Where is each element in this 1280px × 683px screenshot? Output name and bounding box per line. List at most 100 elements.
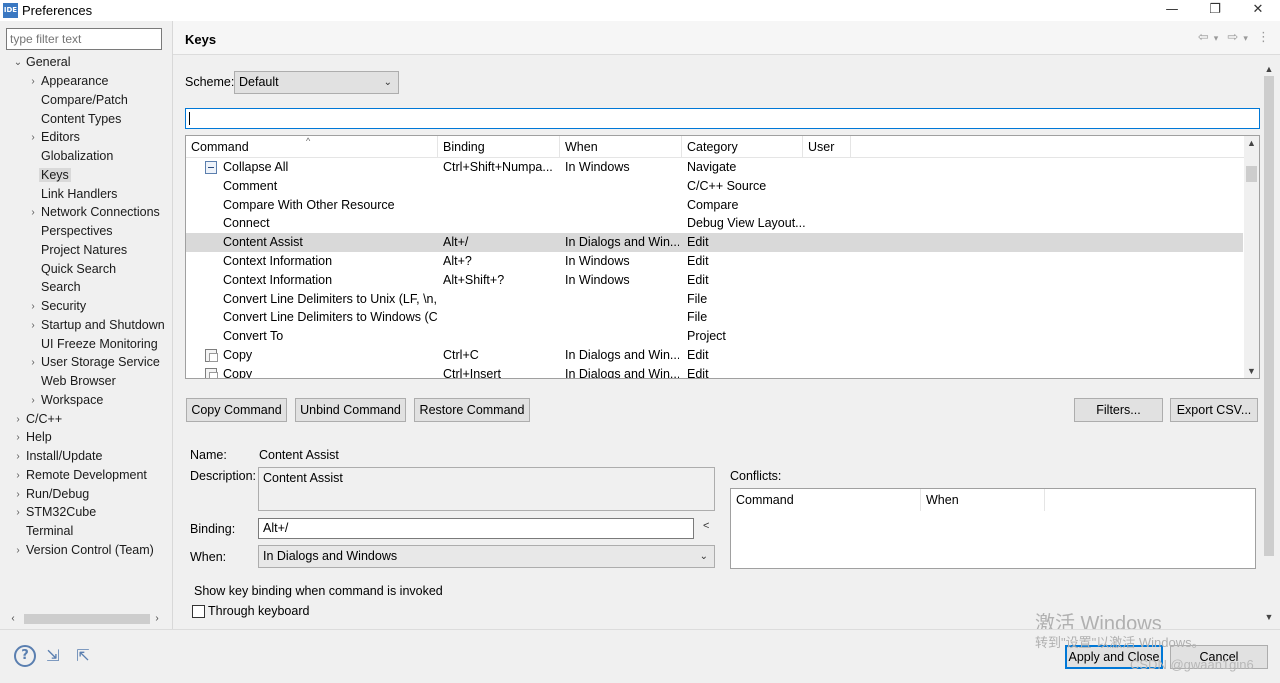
tree-horizontal-scrollbar[interactable]: ‹ ›: [6, 612, 164, 626]
tree-item-compare-patch[interactable]: Compare/Patch: [41, 91, 128, 110]
through-keyboard-label[interactable]: Through keyboard: [208, 604, 309, 618]
tree-item-install-update[interactable]: › Install/Update: [16, 447, 102, 466]
chevron-right-icon[interactable]: ›: [28, 391, 38, 410]
table-row[interactable]: Convert Line Delimiters to Unix (LF, \n,…: [186, 290, 1243, 309]
chevron-right-icon[interactable]: ›: [13, 410, 23, 429]
column-header-user[interactable]: User: [803, 136, 851, 158]
import-icon[interactable]: ⇲: [42, 645, 64, 667]
scroll-down-icon[interactable]: ▼: [1262, 610, 1276, 624]
table-row[interactable]: Convert Line Delimiters to Windows (CR Fi…: [186, 308, 1243, 327]
scroll-left-icon[interactable]: ‹: [6, 612, 20, 626]
restore-command-button[interactable]: Restore Command: [414, 398, 530, 422]
tree-item-remote-development[interactable]: › Remote Development: [16, 466, 147, 485]
table-row[interactable]: Copy Ctrl+Insert In Dialogs and Win... Edit: [186, 365, 1243, 378]
table-row[interactable]: Context Information Alt+? In Windows Edit: [186, 252, 1243, 271]
tree-item-terminal[interactable]: Terminal: [26, 522, 73, 541]
filters-button[interactable]: Filters...: [1074, 398, 1163, 422]
conflicts-column-when[interactable]: When: [921, 489, 1045, 511]
binding-menu-chevron-icon[interactable]: <: [703, 520, 709, 532]
forward-icon[interactable]: ⇨: [1227, 30, 1238, 45]
scrollbar-thumb[interactable]: [1264, 76, 1274, 556]
tree-item-editors[interactable]: › Editors: [31, 128, 80, 147]
unbind-command-button[interactable]: Unbind Command: [295, 398, 406, 422]
chevron-right-icon[interactable]: ›: [28, 128, 38, 147]
tree-item-version-control-team-[interactable]: › Version Control (Team): [16, 541, 154, 560]
chevron-right-icon[interactable]: ›: [28, 353, 38, 372]
table-row[interactable]: Collapse All Ctrl+Shift+Numpa... In Window…: [186, 158, 1243, 177]
scroll-up-icon[interactable]: ▲: [1262, 62, 1276, 76]
table-row[interactable]: Copy Ctrl+C In Dialogs and Win... Edit: [186, 346, 1243, 365]
help-icon[interactable]: ?: [14, 645, 36, 667]
scroll-right-icon[interactable]: ›: [150, 612, 164, 626]
filter-input[interactable]: [6, 28, 162, 50]
table-row[interactable]: Compare With Other Resource Compare: [186, 196, 1243, 215]
table-row[interactable]: Content Assist Alt+/ In Dialogs and Win...…: [186, 233, 1243, 253]
tree-item-content-types[interactable]: Content Types: [41, 110, 121, 129]
panel-splitter[interactable]: [172, 21, 173, 629]
chevron-down-icon[interactable]: ⌄: [13, 53, 23, 72]
column-header-when[interactable]: When: [560, 136, 682, 158]
tree-item-startup-and-shutdown[interactable]: › Startup and Shutdown: [31, 316, 164, 335]
tree-item-search[interactable]: Search: [41, 278, 81, 297]
chevron-down-icon[interactable]: ▾: [1243, 34, 1248, 44]
tree-item-ui-freeze-monitoring[interactable]: UI Freeze Monitoring: [41, 335, 158, 354]
export-icon[interactable]: ⇱: [72, 645, 94, 667]
tree-item-project-natures[interactable]: Project Natures: [41, 241, 127, 260]
tree-item-security[interactable]: › Security: [31, 297, 86, 316]
description-field[interactable]: Content Assist: [258, 467, 715, 511]
chevron-right-icon[interactable]: ›: [13, 428, 23, 447]
chevron-right-icon[interactable]: ›: [13, 541, 23, 560]
minimize-button[interactable]: —: [1152, 0, 1192, 21]
tree-item-stm32cube[interactable]: › STM32Cube: [16, 503, 96, 522]
chevron-right-icon[interactable]: ›: [28, 72, 38, 91]
tree-item-keys[interactable]: Keys: [39, 166, 71, 185]
more-icon[interactable]: ⋮: [1257, 30, 1270, 45]
through-keyboard-checkbox[interactable]: [192, 605, 205, 618]
export-csv-button[interactable]: Export CSV...: [1170, 398, 1258, 422]
command-search-input[interactable]: [185, 108, 1260, 129]
table-row[interactable]: Convert To Project: [186, 327, 1243, 346]
tree-item-c-c-[interactable]: › C/C++: [16, 410, 62, 429]
chevron-down-icon[interactable]: ▾: [1214, 34, 1219, 44]
scroll-up-icon[interactable]: ▲: [1244, 136, 1259, 150]
tree-item-web-browser[interactable]: Web Browser: [41, 372, 116, 391]
chevron-right-icon[interactable]: ›: [13, 466, 23, 485]
chevron-right-icon[interactable]: ›: [13, 503, 23, 522]
tree-item-appearance[interactable]: › Appearance: [31, 72, 108, 91]
chevron-right-icon[interactable]: ›: [13, 447, 23, 466]
scheme-select[interactable]: Default ⌄: [234, 71, 399, 94]
chevron-right-icon[interactable]: ›: [28, 297, 38, 316]
tree-item-workspace[interactable]: › Workspace: [31, 391, 103, 410]
close-button[interactable]: ✕: [1238, 0, 1278, 21]
table-row[interactable]: Context Information Alt+Shift+? In Windows…: [186, 271, 1243, 290]
back-icon[interactable]: ⇦: [1198, 30, 1209, 45]
table-row[interactable]: Connect Debug View Layout...: [186, 214, 1243, 233]
tree-item-help[interactable]: › Help: [16, 428, 51, 447]
binding-input[interactable]: Alt+/: [258, 518, 694, 539]
table-vertical-scrollbar[interactable]: ▲ ▼: [1244, 136, 1259, 378]
when-select[interactable]: In Dialogs and Windows ⌄: [258, 545, 715, 568]
tree-item-link-handlers[interactable]: Link Handlers: [41, 185, 117, 204]
column-header-binding[interactable]: Binding: [438, 136, 560, 158]
chevron-right-icon[interactable]: ›: [28, 203, 38, 222]
conflicts-column-command[interactable]: Command: [731, 489, 921, 511]
tree-item-quick-search[interactable]: Quick Search: [41, 260, 116, 279]
table-row[interactable]: Comment C/C++ Source: [186, 177, 1243, 196]
tree-item-network-connections[interactable]: › Network Connections: [31, 203, 159, 222]
tree-item-user-storage-service[interactable]: › User Storage Service: [31, 353, 159, 372]
chevron-right-icon[interactable]: ›: [28, 316, 38, 335]
conflicts-table[interactable]: Command When: [730, 488, 1256, 569]
scrollbar-thumb[interactable]: [24, 614, 150, 624]
column-header-category[interactable]: Category: [682, 136, 803, 158]
scroll-down-icon[interactable]: ▼: [1244, 364, 1259, 378]
copy-command-button[interactable]: Copy Command: [186, 398, 287, 422]
chevron-right-icon[interactable]: ›: [13, 485, 23, 504]
tree-item-globalization[interactable]: Globalization: [41, 147, 113, 166]
restore-button[interactable]: ❐: [1195, 0, 1235, 21]
tree-item-perspectives[interactable]: Perspectives: [41, 222, 113, 241]
tree-item-general[interactable]: ⌄ General: [14, 53, 71, 72]
column-header-command[interactable]: Command ^: [186, 136, 438, 158]
tree-item-run-debug[interactable]: › Run/Debug: [16, 485, 89, 504]
scrollbar-thumb[interactable]: [1246, 166, 1257, 182]
page-vertical-scrollbar[interactable]: ▲ ▼: [1262, 62, 1276, 624]
